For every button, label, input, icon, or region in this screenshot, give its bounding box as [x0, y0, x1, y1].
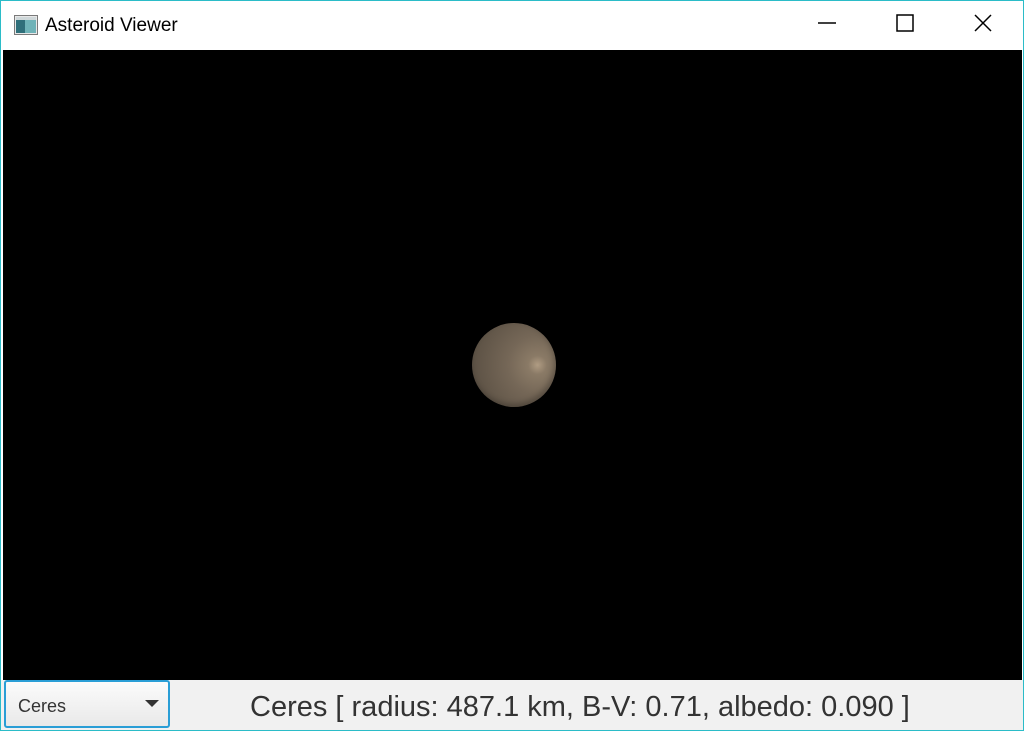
close-icon: [974, 13, 992, 37]
minimize-button[interactable]: [788, 1, 866, 49]
asteroid-info-label: Ceres [ radius: 487.1 km, B-V: 0.71, alb…: [250, 691, 910, 723]
bottom-toolbar: Ceres Ceres [ radius: 487.1 km, B-V: 0.7…: [1, 680, 1023, 730]
minimize-icon: [818, 14, 836, 37]
application-window: Asteroid Viewer Ceres Ceres [ radius: 48…: [0, 0, 1024, 731]
3d-viewport[interactable]: [3, 50, 1022, 680]
close-button[interactable]: [944, 1, 1022, 49]
selected-asteroid: Ceres: [18, 696, 67, 716]
chevron-down-icon: [145, 700, 159, 707]
asteroid-selector-combobox[interactable]: Ceres: [4, 680, 170, 728]
app-window-icon: [14, 15, 38, 35]
asteroid-sphere[interactable]: [472, 323, 556, 407]
window-title: Asteroid Viewer: [45, 15, 178, 36]
maximize-icon: [896, 13, 914, 37]
title-bar[interactable]: Asteroid Viewer: [1, 1, 1023, 49]
maximize-button[interactable]: [866, 1, 944, 49]
